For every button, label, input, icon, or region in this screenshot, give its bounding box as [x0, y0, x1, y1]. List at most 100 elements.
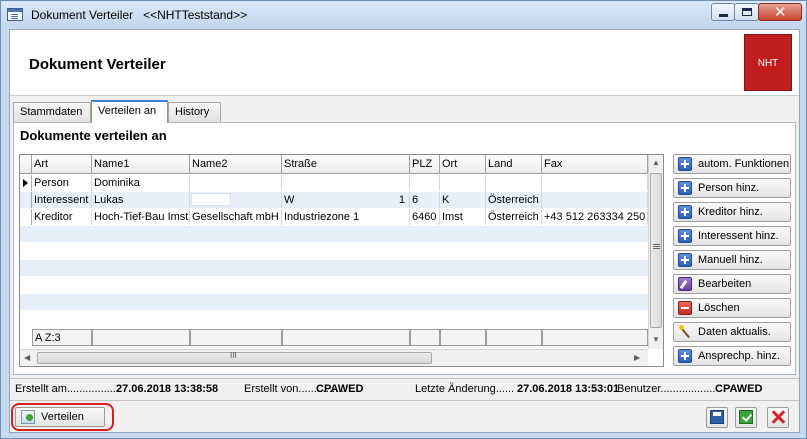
- button-label: Ansprechp. hinz.: [698, 350, 780, 362]
- cell-art[interactable]: Kreditor: [32, 209, 92, 225]
- current-row-pointer-icon: [23, 179, 28, 187]
- grid-footer-cell: [542, 329, 648, 346]
- scroll-grip-icon: [653, 244, 660, 245]
- window-title: Dokument Verteiler <<NHTTeststand>>: [31, 8, 247, 22]
- cell-ort[interactable]: [440, 175, 486, 191]
- application-window: Dokument Verteiler <<NHTTeststand>> ✕ Do…: [0, 0, 807, 439]
- cell-strasse[interactable]: Industriezone 1: [282, 209, 410, 225]
- grid-footer-row: A Z:3: [32, 329, 648, 346]
- vertical-scroll-thumb[interactable]: [650, 173, 662, 328]
- cell-fax[interactable]: [542, 192, 648, 208]
- maximize-button[interactable]: [734, 3, 759, 21]
- empty-row: [20, 277, 648, 293]
- plus-icon: [678, 181, 692, 195]
- cell-art[interactable]: Person: [32, 175, 92, 191]
- daten-aktualis-button[interactable]: Daten aktualis.: [673, 322, 791, 342]
- minimize-button[interactable]: [711, 3, 735, 21]
- column-header-art[interactable]: Art: [32, 155, 92, 174]
- scroll-up-icon[interactable]: ▲: [652, 158, 660, 167]
- table-row[interactable]: Kreditor Hoch-Tief-Bau Imst Gesellschaft…: [20, 209, 648, 225]
- vertical-scrollbar[interactable]: ▲ ▼: [648, 155, 663, 349]
- ansprechp-hinz-button[interactable]: Ansprechp. hinz.: [673, 346, 791, 366]
- cell-land[interactable]: Österreich: [486, 209, 542, 225]
- kreditor-hinz-button[interactable]: Kreditor hinz.: [673, 202, 791, 222]
- column-header-plz[interactable]: PLZ: [410, 155, 440, 174]
- row-indicator: [20, 192, 32, 208]
- close-window-button[interactable]: ✕: [758, 3, 802, 21]
- plus-icon: [678, 349, 692, 363]
- plus-icon: [678, 253, 692, 267]
- cell-name2[interactable]: [190, 175, 282, 191]
- scroll-grip-text: III: [230, 351, 237, 360]
- cell-plz[interactable]: [410, 175, 440, 191]
- cell-name2[interactable]: Gesellschaft mbH: [190, 209, 282, 225]
- manuell-hinz-button[interactable]: Manuell hinz.: [673, 250, 791, 270]
- tab-stammdaten[interactable]: Stammdaten: [13, 102, 91, 122]
- cell-fax[interactable]: [542, 175, 648, 191]
- cell-fax[interactable]: +43 512 263334 250: [542, 209, 648, 225]
- cell-ort[interactable]: K: [440, 192, 486, 208]
- bearbeiten-button[interactable]: Bearbeiten: [673, 274, 791, 294]
- cell-art[interactable]: Interessent: [32, 192, 92, 208]
- column-header-name1[interactable]: Name1: [92, 155, 190, 174]
- recipients-grid[interactable]: Art Name1 Name2 Straße PLZ Ort Land Fax …: [19, 154, 664, 367]
- column-header-name2[interactable]: Name2: [190, 155, 282, 174]
- tab-history[interactable]: History: [168, 102, 221, 122]
- save-button[interactable]: [706, 407, 728, 428]
- cancel-button[interactable]: [767, 407, 789, 428]
- autom-funktionen-button[interactable]: autom. Funktionen: [673, 154, 791, 174]
- title-bar[interactable]: Dokument Verteiler <<NHTTeststand>> ✕: [1, 1, 806, 28]
- interessent-hinz-button[interactable]: Interessent hinz.: [673, 226, 791, 246]
- cell-land[interactable]: Österreich: [486, 192, 542, 208]
- changed-value: 27.06.2018 13:53:01: [517, 383, 620, 395]
- close-icon: ✕: [774, 4, 787, 21]
- column-header-ort[interactable]: Ort: [440, 155, 486, 174]
- button-label: autom. Funktionen: [698, 158, 790, 170]
- button-label: Daten aktualis.: [698, 326, 771, 338]
- plus-icon: [678, 205, 692, 219]
- person-hinz-button[interactable]: Person hinz.: [673, 178, 791, 198]
- grid-header-row: Art Name1 Name2 Straße PLZ Ort Land Fax: [20, 155, 648, 174]
- save-icon: [710, 410, 724, 424]
- cell-strasse[interactable]: W 1: [282, 192, 410, 208]
- column-header-strasse[interactable]: Straße: [282, 155, 410, 174]
- tab-verteilen-an[interactable]: Verteilen an: [91, 100, 168, 123]
- cell-name1[interactable]: Hoch-Tief-Bau Imst: [92, 209, 190, 225]
- distribute-icon: [21, 410, 35, 424]
- app-window-icon: [7, 8, 23, 21]
- loeschen-button[interactable]: Löschen: [673, 298, 791, 318]
- edit-icon: [678, 277, 692, 291]
- button-label: Bearbeiten: [698, 278, 752, 290]
- verteilen-button[interactable]: Verteilen: [15, 407, 105, 427]
- cell-plz[interactable]: 6: [410, 192, 440, 208]
- horizontal-scroll-thumb[interactable]: III: [37, 351, 432, 364]
- table-row[interactable]: Person Dominika: [20, 175, 648, 191]
- column-header-fax[interactable]: Fax: [542, 155, 648, 174]
- grid-footer-cell: [440, 329, 486, 346]
- table-row[interactable]: Interessent Lukas W 1 6 K Österreich: [20, 192, 648, 208]
- cell-name2[interactable]: [190, 192, 282, 208]
- changed-label: Letzte Änderung......: [415, 383, 515, 395]
- checkmark-icon: [739, 410, 753, 424]
- horizontal-scrollbar[interactable]: ◀ III ▶: [20, 349, 648, 366]
- window-title-subtitle: <<NHTTeststand>>: [143, 8, 248, 22]
- minus-icon: [678, 301, 692, 315]
- button-label: Löschen: [698, 302, 740, 314]
- cell-strasse-value: W: [284, 194, 295, 206]
- cell-strasse[interactable]: [282, 175, 410, 191]
- cell-name1[interactable]: Lukas: [92, 192, 190, 208]
- scroll-right-icon[interactable]: ▶: [634, 353, 640, 362]
- row-indicator: [20, 175, 32, 191]
- ok-button[interactable]: [735, 407, 757, 428]
- cell-plz[interactable]: 6460: [410, 209, 440, 225]
- created-by-value: CPAWED: [316, 383, 364, 395]
- cell-name2-input[interactable]: [191, 193, 231, 206]
- column-header-land[interactable]: Land: [486, 155, 542, 174]
- cell-name1[interactable]: Dominika: [92, 175, 190, 191]
- plus-icon: [678, 229, 692, 243]
- cell-ort[interactable]: Imst: [440, 209, 486, 225]
- scroll-left-icon[interactable]: ◀: [24, 353, 30, 362]
- scroll-down-icon[interactable]: ▼: [652, 335, 660, 344]
- cell-land[interactable]: [486, 175, 542, 191]
- minimize-icon: [719, 14, 728, 17]
